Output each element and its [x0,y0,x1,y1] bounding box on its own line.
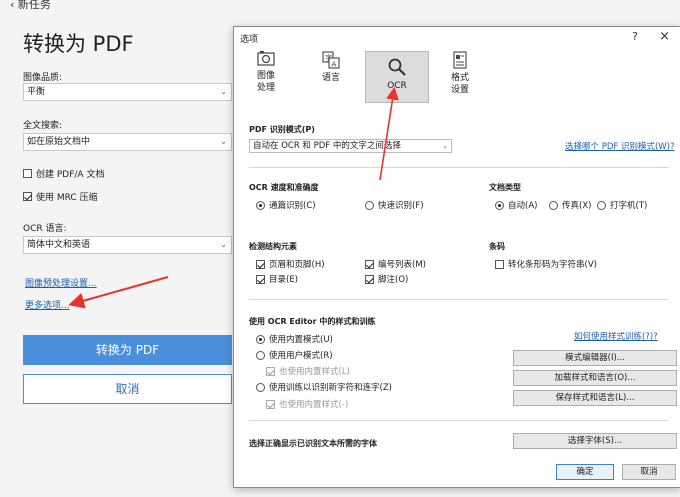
checkbox-checked[interactable] [365,259,374,269]
structure-label: 检测结构元素 [249,242,297,251]
pattern-user-also-builtin[interactable]: 也使用内置样式(L) [266,365,350,377]
radio[interactable] [549,200,558,210]
image-quality-label: 图像品质: [23,73,63,83]
save-patterns-button[interactable]: 保存样式和语言(L)... [513,390,677,406]
pattern-training-also-builtin[interactable]: 也使用内置样式(-) [266,398,348,410]
tab-image-processing[interactable]: 图像 处理 [252,51,280,94]
pattern-training-help-link[interactable]: 如何使用样式训练(?)? [574,330,658,342]
load-patterns-button[interactable]: 加载样式和语言(O)... [513,370,677,386]
checkbox-checked[interactable] [365,274,374,284]
fulltext-select[interactable]: 如在原始文档中 ⌄ [23,133,232,151]
language-icon: 字 A [322,51,340,69]
pattern-builtin[interactable]: 使用内置模式(U) [256,333,333,345]
doc-type-typewriter[interactable]: 打字机(T) [597,199,647,211]
structure-numbered-list[interactable]: 编号列表(M) [365,258,426,270]
tab-label: OCR [387,81,407,91]
checkbox-checked[interactable] [256,259,265,269]
chevron-left-icon: ‹ [10,0,15,11]
checkbox[interactable] [23,169,32,178]
radio[interactable] [256,350,265,360]
structure-toc[interactable]: 目录(E) [256,273,298,285]
barcode-to-string[interactable]: 转化条形码为字符串(V) [495,258,597,270]
ocr-language-label: OCR 语言: [23,224,67,234]
radio[interactable] [365,200,374,210]
format-settings-icon [453,51,467,69]
speed-option-thorough[interactable]: 通篇识别(C) [256,199,316,211]
barcode-label: 条码 [489,242,505,251]
fonts-label: 选择正确显示已识别文本所需的字体 [249,439,377,448]
checkbox-disabled[interactable] [266,399,275,409]
structure-header-footer[interactable]: 页眉和页脚(H) [256,258,325,270]
speed-label: OCR 速度和准确度 [249,183,319,192]
ocr-language-select[interactable]: 简体中文和英语 ⌄ [23,236,232,254]
ocr-search-icon [388,58,406,76]
chevron-down-icon: ⌄ [220,240,227,249]
speed-option-fast[interactable]: 快速识别(F) [365,199,424,211]
svg-text:A: A [332,61,337,69]
pdf-mode-label: PDF 识别模式(P) [249,125,315,134]
tab-label: 语言 [321,73,340,83]
radio-selected[interactable] [256,334,265,344]
dialog-title: 选项 [240,35,259,45]
tab-language[interactable]: 字 A 语言 [320,51,342,84]
chevron-down-icon: ⌄ [220,137,227,146]
checkbox-checked[interactable] [256,274,265,284]
divider [249,167,669,168]
image-quality-select[interactable]: 平衡 ⌄ [23,83,232,101]
mrc-checkbox[interactable]: 使用 MRC 压缩 [23,190,98,203]
tab-label: 图像 处理 [256,71,275,93]
preprocess-settings-link[interactable]: 图像预处理设置... [25,276,97,289]
options-dialog: 选项 ? × 图像 处理 字 A 语言 OCR [233,26,680,488]
chevron-down-icon: ⌄ [442,142,448,150]
create-pdfa-checkbox[interactable]: 创建 PDF/A 文档 [23,167,104,180]
convert-panel: ‹ 新任务 转换为 PDF 图像品质: 平衡 ⌄ 全文搜索: 如在原始文档中 ⌄… [0,0,255,497]
pattern-user[interactable]: 使用用户模式(R) [256,349,333,361]
radio-selected[interactable] [495,200,504,210]
chevron-down-icon: ⌄ [220,87,227,96]
checkbox-checked[interactable] [23,192,32,201]
more-options-link[interactable]: 更多选项... [25,298,70,311]
structure-footnote[interactable]: 脚注(O) [365,273,408,285]
pdf-mode-help-link[interactable]: 选择哪个 PDF 识别模式(W)? [565,140,675,152]
help-icon[interactable]: ? [632,30,638,43]
pdf-mode-select[interactable]: 自动在 OCR 和 PDF 中的文字之间选择 ⌄ [249,139,452,153]
close-icon[interactable]: × [659,29,670,44]
pattern-editor-button[interactable]: 模式编辑器(I)... [513,350,677,366]
ok-button[interactable]: 确定 [556,464,614,480]
checkbox[interactable] [495,259,504,269]
dialog-cancel-button[interactable]: 取消 [622,464,676,480]
tab-label: 格式 设置 [450,73,469,95]
checkbox-disabled[interactable] [266,366,275,376]
doc-type-fax[interactable]: 传真(X) [549,199,591,211]
patterns-label: 使用 OCR Editor 中的样式和训练 [249,317,376,326]
cancel-button[interactable]: 取消 [23,374,232,404]
divider [249,420,669,421]
doc-type-auto[interactable]: 自动(A) [495,199,537,211]
back-link[interactable]: ‹ 新任务 [10,0,51,12]
tab-ocr[interactable]: OCR [365,51,429,103]
pattern-training[interactable]: 使用训练以识别新字符和连字(Z) [256,381,392,393]
fulltext-label: 全文搜索: [23,121,63,131]
radio[interactable] [256,382,265,392]
tab-format-settings[interactable]: 格式 设置 [448,51,472,96]
convert-button[interactable]: 转换为 PDF [23,335,232,365]
radio-selected[interactable] [256,200,265,210]
doc-type-label: 文档类型 [489,183,521,192]
page-title: 转换为 PDF [23,32,134,56]
divider [249,299,669,300]
select-fonts-button[interactable]: 选择字体(S)... [513,433,677,449]
back-label: 新任务 [17,0,51,11]
radio[interactable] [597,200,606,210]
image-processing-icon [257,51,275,66]
